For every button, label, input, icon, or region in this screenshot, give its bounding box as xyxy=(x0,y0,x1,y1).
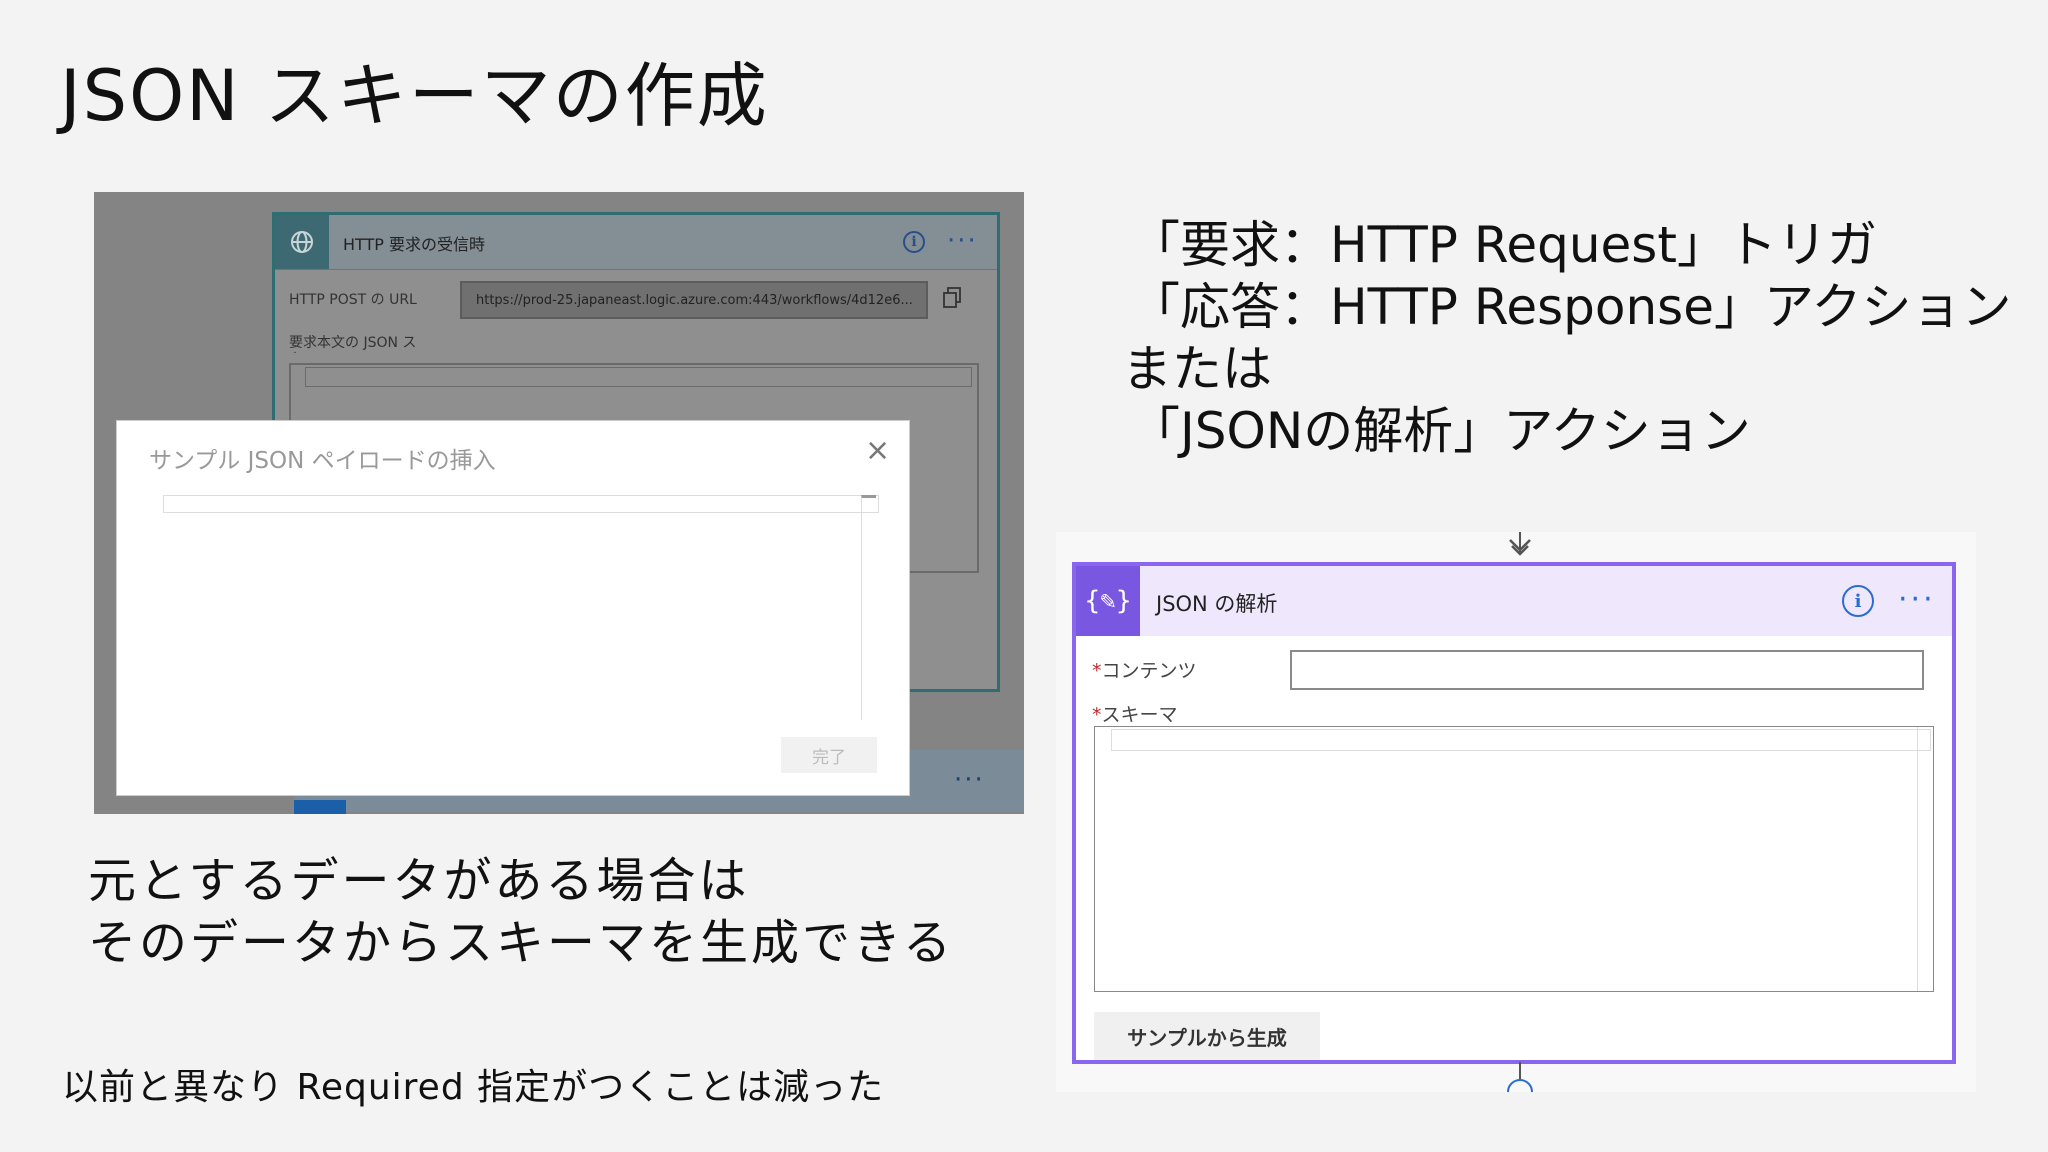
next-action-icon xyxy=(294,800,346,814)
http-trigger-title: HTTP 要求の受信時 xyxy=(343,235,486,254)
schema-label-text: スキーマ xyxy=(1101,704,1178,726)
more-options-icon[interactable]: ··· xyxy=(954,767,985,793)
schema-textarea-inner xyxy=(305,367,972,387)
action-line: 「要求：HTTP Request」トリガ xyxy=(1130,216,1877,274)
content-input[interactable] xyxy=(1290,650,1924,690)
dialog-title: サンプル JSON ペイロードの挿入 xyxy=(149,448,496,474)
action-line: 「JSONの解析」アクション xyxy=(1130,402,1751,460)
parse-json-title: JSON の解析 xyxy=(1156,592,1278,616)
schema-label: *スキーマ xyxy=(1092,700,1178,727)
info-icon[interactable]: i xyxy=(1842,585,1874,617)
url-label: HTTP POST の URL xyxy=(289,292,417,308)
globe-icon xyxy=(275,215,329,269)
schema-textarea[interactable] xyxy=(1094,726,1934,992)
parse-json-header[interactable]: {✎} JSON の解析 i ··· xyxy=(1076,566,1952,636)
action-line: または xyxy=(1122,340,1272,398)
parse-json-card: {✎} JSON の解析 i ··· *コンテンツ *スキーマ サンプルから生成 xyxy=(1072,562,1956,1064)
content-label-text: コンテンツ xyxy=(1101,660,1197,682)
scrollbar[interactable] xyxy=(861,495,876,720)
caption-line: 元とするデータがある場合は xyxy=(88,853,750,909)
slide-title: JSON スキーマの作成 xyxy=(60,55,769,137)
more-options-icon[interactable]: ··· xyxy=(1898,582,1936,617)
action-line: 「応答：HTTP Response」アクション xyxy=(1130,278,2012,336)
action-list: 「要求：HTTP Request」トリガ 「応答：HTTP Response」ア… xyxy=(1122,214,2012,462)
done-button[interactable]: 完了 xyxy=(781,737,877,773)
content-label: *コンテンツ xyxy=(1092,656,1197,683)
http-trigger-header[interactable]: HTTP 要求の受信時 i ··· xyxy=(275,215,997,270)
footer-note: 以前と異なり Required 指定がつくことは減った xyxy=(62,1067,885,1108)
required-mark: * xyxy=(1092,704,1102,726)
caption-line: そのデータからスキーマを生成できる xyxy=(88,915,955,971)
required-mark: * xyxy=(1092,660,1102,682)
schema-textarea-inner xyxy=(1111,729,1931,751)
code-braces-icon: {✎} xyxy=(1076,566,1140,636)
scrollbar[interactable] xyxy=(1917,727,1934,991)
sample-payload-dialog: サンプル JSON ペイロードの挿入 × 完了 xyxy=(116,420,910,796)
more-options-icon[interactable]: ··· xyxy=(947,228,978,254)
caption: 元とするデータがある場合は そのデータからスキーマを生成できる xyxy=(88,850,954,974)
payload-input[interactable] xyxy=(163,495,879,513)
close-icon[interactable]: × xyxy=(865,433,890,468)
copy-icon[interactable] xyxy=(943,287,963,313)
schema-label: 要求本文の JSON スキーマ xyxy=(289,335,417,353)
info-icon[interactable]: i xyxy=(903,231,925,253)
url-field[interactable]: https://prod-25.japaneast.logic.azure.co… xyxy=(460,281,928,319)
http-trigger-screenshot: HTTP 要求の受信時 i ··· HTTP POST の URL https:… xyxy=(94,192,1024,814)
connector-arrow-icon xyxy=(1500,532,1540,562)
add-step-icon[interactable] xyxy=(1500,1062,1540,1093)
parse-json-screenshot: {✎} JSON の解析 i ··· *コンテンツ *スキーマ サンプルから生成 xyxy=(1056,532,1976,1093)
generate-from-sample-button[interactable]: サンプルから生成 xyxy=(1094,1012,1320,1060)
